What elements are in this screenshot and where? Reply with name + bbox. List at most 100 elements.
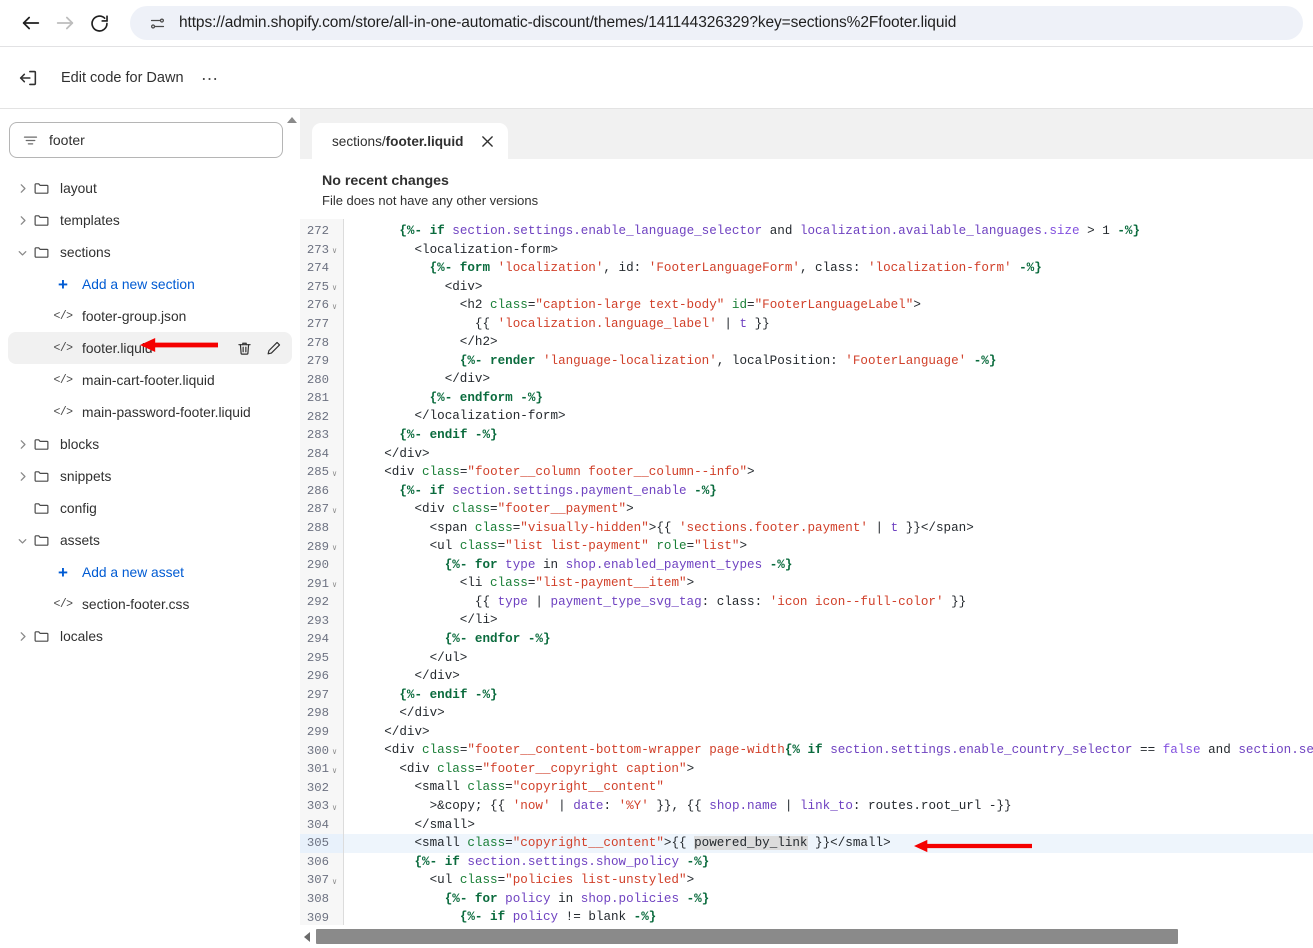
code-line[interactable]: </div> (344, 723, 1313, 742)
fold-chevron-icon[interactable]: ∨ (329, 874, 340, 887)
disclosure-toggle[interactable] (14, 438, 30, 451)
code-line[interactable]: {%- endif -%} (344, 426, 1313, 445)
code-line[interactable]: </localization-form> (344, 407, 1313, 426)
code-line[interactable]: <div class="footer__payment"> (344, 500, 1313, 519)
code-line[interactable]: <localization-form> (344, 241, 1313, 260)
disclosure-toggle[interactable] (14, 630, 30, 643)
tree-item-main-cart-footer-liquid[interactable]: </> main-cart-footer.liquid (8, 364, 292, 396)
tree-item-locales[interactable]: locales (8, 620, 292, 652)
reload-button[interactable] (82, 6, 116, 40)
fold-chevron-icon[interactable]: ∨ (329, 540, 340, 553)
tree-item-add-a-new-section[interactable]: + Add a new section (8, 268, 292, 300)
code-line[interactable]: <li class="list-payment__item"> (344, 574, 1313, 593)
tree-item-footer-group-json[interactable]: </> footer-group.json (8, 300, 292, 332)
disclosure-toggle[interactable] (14, 246, 30, 259)
code-line[interactable]: >&copy; {{ 'now' | date: '%Y' }}, {{ sho… (344, 797, 1313, 816)
code-line[interactable]: <small class="copyright__content" (344, 778, 1313, 797)
code-line[interactable]: {%- endform -%} (344, 389, 1313, 408)
code-line[interactable]: <div class="footer__column footer__colum… (344, 463, 1313, 482)
scroll-up-arrow-icon[interactable] (287, 117, 297, 123)
fold-chevron-icon[interactable]: ∨ (329, 243, 340, 256)
fold-chevron-icon[interactable]: ∨ (329, 744, 340, 757)
scrollbar-thumb[interactable] (316, 929, 1178, 944)
tree-item-add-a-new-asset[interactable]: + Add a new asset (8, 556, 292, 588)
code-line[interactable]: </h2> (344, 333, 1313, 352)
code-line[interactable]: {%- if section.settings.enable_language_… (344, 222, 1313, 241)
delete-icon[interactable] (236, 340, 253, 357)
code-line[interactable]: </div> (344, 667, 1313, 686)
fold-chevron-icon[interactable]: ∨ (329, 503, 340, 516)
code-line[interactable]: <div class="footer__content-bottom-wrapp… (344, 741, 1313, 760)
folder-icon (34, 630, 48, 642)
code-line[interactable]: {%- endif -%} (344, 686, 1313, 705)
recent-changes-title: No recent changes (322, 173, 449, 189)
code-line[interactable]: <small class="copyright__content">{{ pow… (344, 834, 1313, 853)
code-line[interactable]: {{ type | payment_type_svg_tag: class: '… (344, 593, 1313, 612)
tree-item-blocks[interactable]: blocks (8, 428, 292, 460)
code-line[interactable]: {%- if policy != blank -%} (344, 908, 1313, 925)
code-line[interactable]: </div> (344, 445, 1313, 464)
code-line[interactable]: </div> (344, 704, 1313, 723)
tree-item-templates[interactable]: templates (8, 204, 292, 236)
tree-item-section-footer-css[interactable]: </> section-footer.css (8, 588, 292, 620)
code-line[interactable]: </ul> (344, 649, 1313, 668)
address-bar[interactable]: https://admin.shopify.com/store/all-in-o… (130, 6, 1303, 40)
rename-icon[interactable] (265, 340, 282, 357)
site-settings-icon[interactable] (144, 10, 170, 36)
code-line[interactable]: </div> (344, 370, 1313, 389)
fold-chevron-icon[interactable]: ∨ (329, 466, 340, 479)
code-line[interactable]: {%- form 'localization', id: 'FooterLang… (344, 259, 1313, 278)
line-number: 294 (300, 630, 343, 649)
disclosure-toggle[interactable] (14, 534, 30, 547)
code-content[interactable]: {%- if section.settings.enable_language_… (344, 219, 1313, 925)
code-line[interactable]: <ul class="list list-payment" role="list… (344, 537, 1313, 556)
line-number: 290 (300, 556, 343, 575)
code-line[interactable]: <ul class="policies list-unstyled"> (344, 871, 1313, 890)
fold-chevron-icon[interactable]: ∨ (329, 577, 340, 590)
scroll-left-arrow-icon[interactable] (304, 931, 310, 942)
disclosure-toggle[interactable] (14, 470, 30, 483)
disclosure-toggle[interactable] (14, 214, 30, 227)
code-token-kw: {% (784, 743, 800, 758)
back-button[interactable] (14, 6, 48, 40)
code-token-str: "list list-payment" (505, 539, 649, 554)
code-line[interactable]: </small> (344, 816, 1313, 835)
tree-item-main-password-footer-liquid[interactable]: </> main-password-footer.liquid (8, 396, 292, 428)
code-line[interactable]: {%- if section.settings.payment_enable -… (344, 482, 1313, 501)
tree-item-snippets[interactable]: snippets (8, 460, 292, 492)
code-line[interactable]: {%- render 'language-localization', loca… (344, 352, 1313, 371)
tree-item-layout[interactable]: layout (8, 172, 292, 204)
code-line[interactable]: <div class="footer__copyright caption"> (344, 760, 1313, 779)
fold-chevron-icon[interactable]: ∨ (329, 280, 340, 293)
code-line[interactable]: <span class="visually-hidden">{{ 'sectio… (344, 519, 1313, 538)
folder-icon (30, 244, 52, 261)
tree-item-footer-liquid[interactable]: </> footer.liquid (8, 332, 292, 364)
code-line[interactable]: </li> (344, 611, 1313, 630)
tree-item-sections[interactable]: sections (8, 236, 292, 268)
code-line[interactable]: <h2 class="caption-large text-body" id="… (344, 296, 1313, 315)
exit-icon[interactable] (17, 67, 39, 89)
tree-item-config[interactable]: config (8, 492, 292, 524)
fold-chevron-icon[interactable]: ∨ (329, 299, 340, 312)
fold-chevron-icon[interactable]: ∨ (329, 800, 340, 813)
code-line[interactable]: {%- if section.settings.show_policy -%} (344, 853, 1313, 872)
code-line[interactable]: <div> (344, 278, 1313, 297)
more-options-button[interactable]: … (201, 65, 221, 86)
close-icon[interactable] (481, 135, 494, 148)
code-token-plain: >&copy; {{ (354, 798, 513, 813)
tree-item-assets[interactable]: assets (8, 524, 292, 556)
code-line[interactable]: {{ 'localization.language_label' | t }} (344, 315, 1313, 334)
fold-chevron-icon[interactable]: ∨ (329, 763, 340, 776)
forward-button[interactable] (48, 6, 82, 40)
code-token-plain: >{{ (663, 836, 695, 851)
code-editor[interactable]: 272 273 ∨ 274 275 ∨ 276 ∨ 277 278 279 280 281 282 283 2… (300, 218, 1313, 925)
code-token-var: shop.name (709, 798, 778, 813)
code-line[interactable]: {%- for policy in shop.policies -%} (344, 890, 1313, 909)
horizontal-scrollbar[interactable] (300, 925, 1313, 948)
tab-footer-liquid[interactable]: sections/footer.liquid (312, 123, 509, 159)
code-token-attr: class (490, 576, 528, 591)
code-line[interactable]: {%- for type in shop.enabled_payment_typ… (344, 556, 1313, 575)
disclosure-toggle[interactable] (14, 182, 30, 195)
file-search-input[interactable]: footer (9, 122, 283, 158)
code-line[interactable]: {%- endfor -%} (344, 630, 1313, 649)
